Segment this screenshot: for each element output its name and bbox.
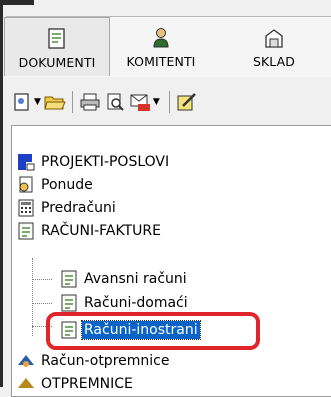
new-document-button[interactable] xyxy=(12,90,32,114)
open-folder-icon xyxy=(44,96,66,110)
tree-line xyxy=(32,303,52,304)
edit-icon xyxy=(177,93,196,111)
window-edge xyxy=(0,0,3,387)
tree-item-predracuni[interactable]: Predračuni xyxy=(17,197,118,219)
delivery-icon xyxy=(17,352,35,370)
tab-label: KOMITENTI xyxy=(126,54,196,69)
print-preview-icon xyxy=(107,93,124,111)
print-icon xyxy=(80,93,100,111)
open-folder-button[interactable] xyxy=(44,90,66,114)
tree-item-otpremnice[interactable]: OTPREMNICE xyxy=(17,373,135,395)
tree-item-racuni-fakture[interactable]: RAČUNI-FAKTURE xyxy=(17,220,163,242)
tree-line xyxy=(32,258,33,336)
highlight-ring xyxy=(46,312,260,350)
tree-item-projekti[interactable]: PROJEKTI-POSLOVI xyxy=(17,151,171,173)
tree-item-racuni-domaci[interactable]: Računi-domaći xyxy=(60,292,190,314)
window-edge-top xyxy=(0,0,34,5)
tab-label: SKLAD xyxy=(252,54,296,69)
invoice-icon xyxy=(17,222,35,240)
tab-dokumenti[interactable]: DOKUMENTI xyxy=(4,17,110,76)
tree-item-avansni[interactable]: Avansni računi xyxy=(60,268,189,290)
person-icon xyxy=(151,26,171,50)
chevron-down-icon[interactable]: ▼ xyxy=(153,97,160,107)
tree-line xyxy=(32,279,52,280)
main-tabs: DOKUMENTI KOMITENTI SKLAD xyxy=(4,16,331,77)
toolbar: ▼ ▼ xyxy=(12,86,331,118)
new-document-icon xyxy=(14,93,29,111)
tab-label: DOKUMENTI xyxy=(18,55,96,70)
tab-komitenti[interactable]: KOMITENTI xyxy=(110,17,212,75)
print-preview-button[interactable] xyxy=(105,90,125,114)
chevron-down-icon[interactable]: ▼ xyxy=(34,97,41,107)
document-icon xyxy=(47,27,67,51)
delivery-icon xyxy=(17,375,35,393)
projects-icon xyxy=(17,153,35,171)
pdf-mail-icon xyxy=(130,94,150,111)
tree-item-racun-otpremnice[interactable]: Račun-otpremnice xyxy=(17,350,171,372)
warehouse-icon xyxy=(264,26,284,50)
pdf-mail-button[interactable] xyxy=(129,90,151,114)
toolbar-divider xyxy=(71,91,73,113)
tab-sklad[interactable]: SKLAD xyxy=(224,17,324,75)
edit-button[interactable] xyxy=(176,90,198,114)
offer-icon xyxy=(17,176,35,194)
tree-item-ponude[interactable]: Ponude xyxy=(17,174,95,196)
print-button[interactable] xyxy=(79,90,101,114)
calculator-icon xyxy=(17,199,35,217)
invoice-icon xyxy=(60,270,78,288)
invoice-icon xyxy=(60,294,78,312)
toolbar-divider xyxy=(168,91,170,113)
